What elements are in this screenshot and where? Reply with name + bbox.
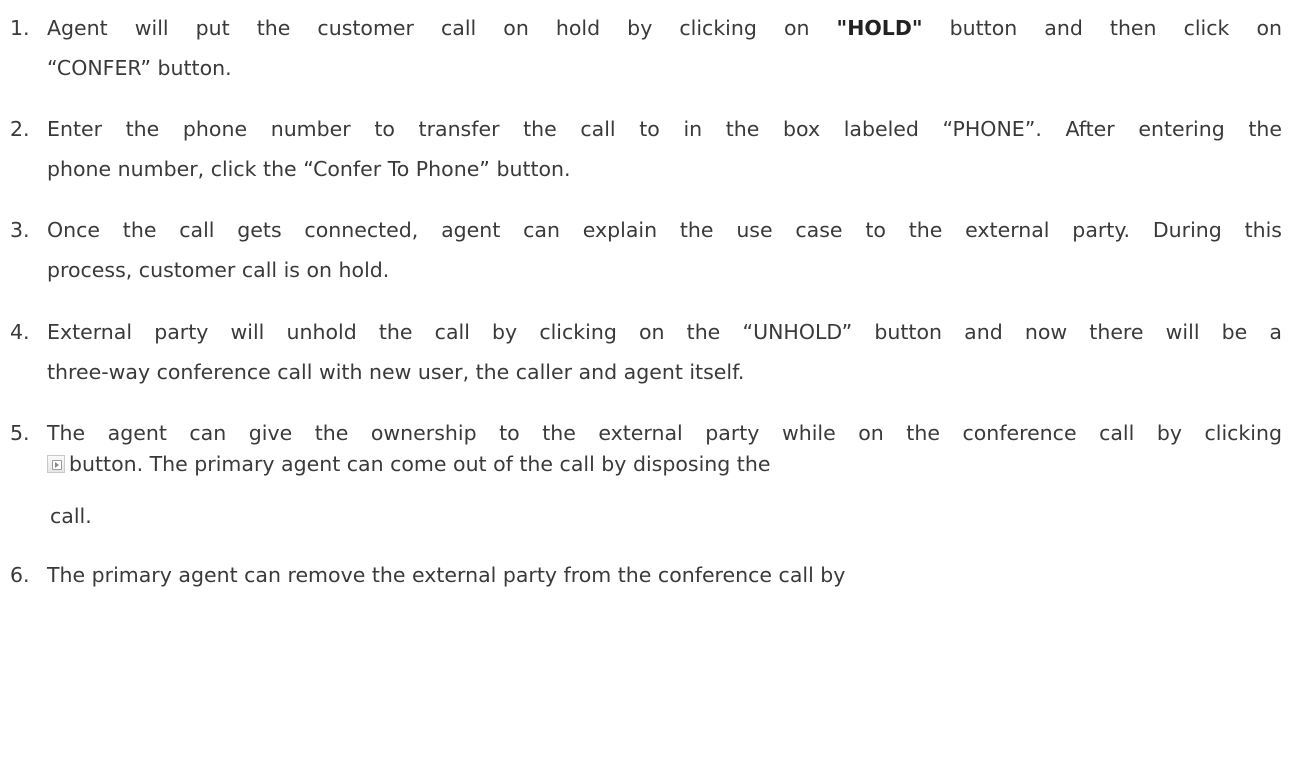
document-page: 1. Agent will put the customer call on h… — [0, 0, 1289, 773]
step-text: Agent will put the customer call on hold… — [47, 16, 837, 40]
list-item-line: External party will unhold the call by c… — [47, 320, 1282, 344]
list-item-line: Once the call gets connected, agent can … — [47, 218, 1282, 242]
list-item-line: three-way conference call with new user,… — [47, 360, 745, 384]
list-number: 1. — [10, 16, 30, 40]
list-item-line: The primary agent can remove the externa… — [47, 563, 846, 587]
list-number: 6. — [10, 563, 30, 587]
list-item-line: The agent can give the ownership to the … — [47, 421, 1282, 445]
list-item-line: phone number, click the “Confer To Phone… — [47, 157, 571, 181]
list-item-line: “CONFER” button. — [47, 56, 232, 80]
step-text: button and then click on — [922, 16, 1282, 40]
transfer-ownership-icon — [47, 455, 65, 473]
list-item-line: Agent will put the customer call on hold… — [47, 16, 1282, 40]
step-text: button. The primary agent can come out o… — [69, 452, 771, 476]
list-number: 2. — [10, 117, 30, 141]
list-item-line: call. — [50, 504, 92, 528]
list-item-line: button. The primary agent can come out o… — [47, 454, 770, 474]
list-number: 3. — [10, 218, 30, 242]
list-item-line: Enter the phone number to transfer the c… — [47, 117, 1282, 141]
list-number: 4. — [10, 320, 30, 344]
list-item-line: process, customer call is on hold. — [47, 258, 390, 282]
hold-label: "HOLD" — [836, 16, 923, 40]
list-number: 5. — [10, 421, 30, 445]
